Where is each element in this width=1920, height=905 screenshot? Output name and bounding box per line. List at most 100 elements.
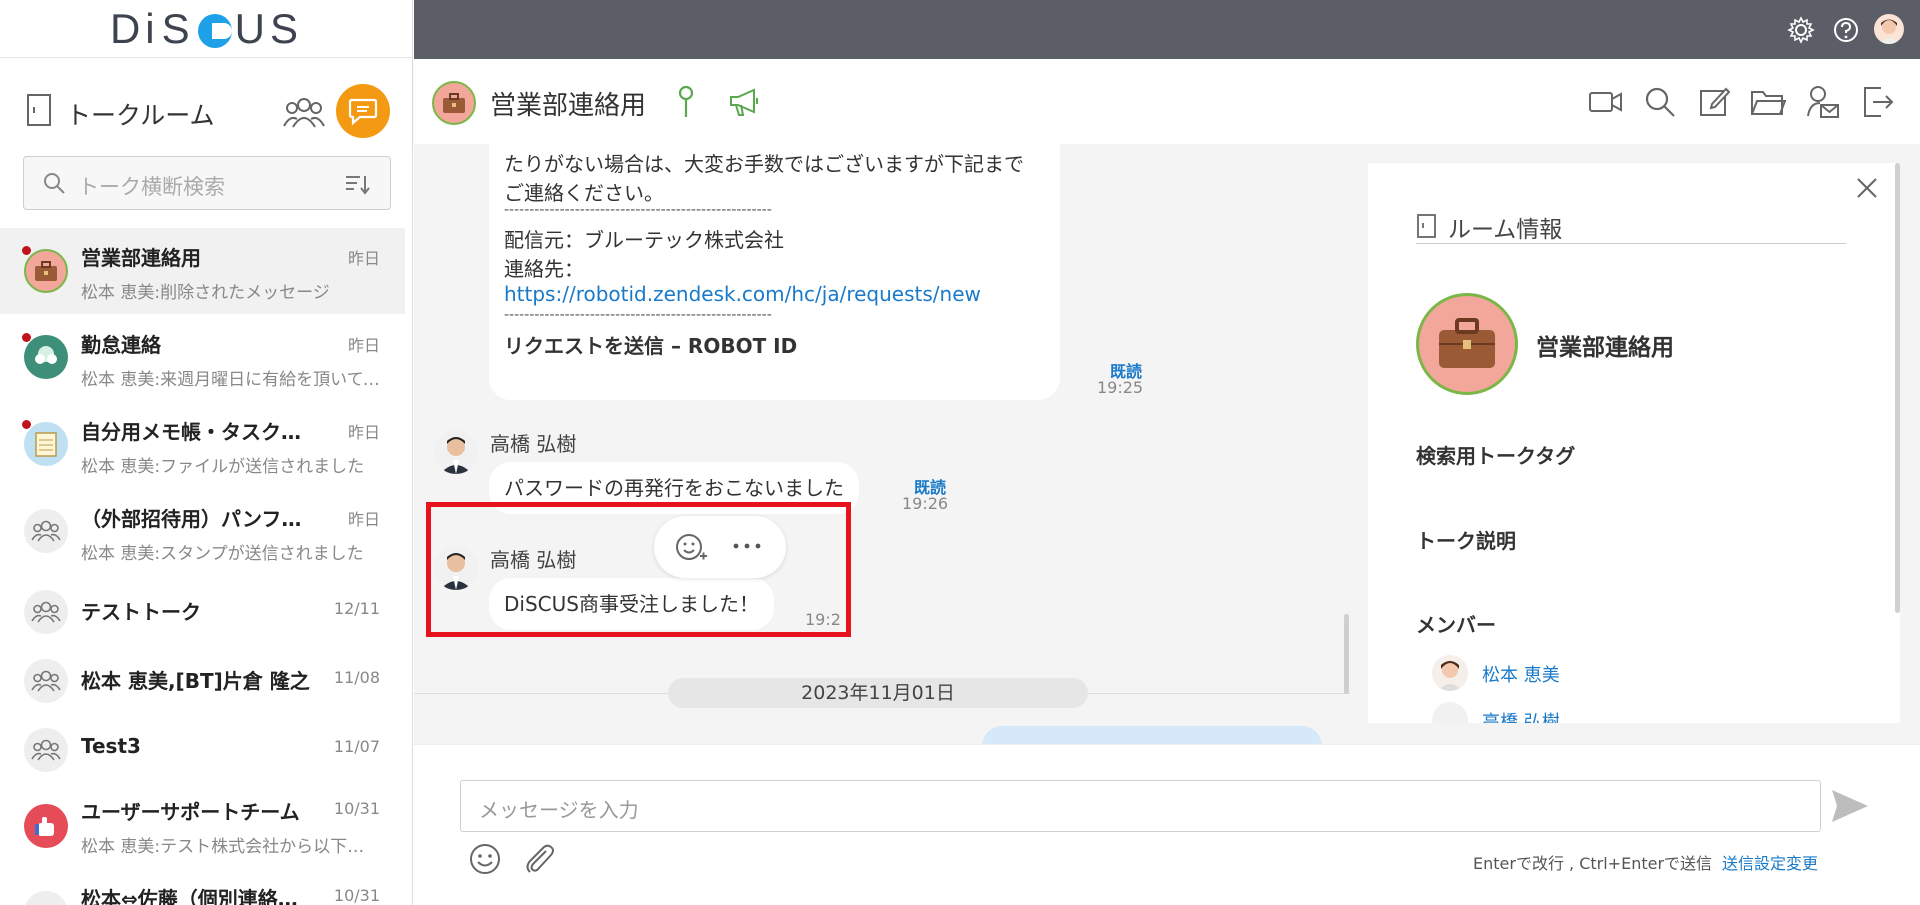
top-bar <box>414 0 1920 59</box>
discus-logo[interactable]: Di S US <box>0 0 412 58</box>
date-divider-text: 2023年11月01日 <box>801 682 955 704</box>
logo-c-mark <box>197 13 232 48</box>
info-title: ルーム情報 <box>1448 217 1563 243</box>
room-item[interactable]: テストトーク 12/11 <box>0 576 405 646</box>
talkroom-title: トークルーム <box>66 101 215 130</box>
room-item[interactable]: 営業部連絡用 昨日 松本 恵美:削除されたメッセージ <box>0 228 405 314</box>
message-time: 19:26 <box>902 494 949 513</box>
tag-section-label: 検索用トークタグ <box>1416 444 1576 468</box>
attachment-paperclip-icon[interactable] <box>522 842 556 876</box>
room-name: 自分用メモ帳・タスク管理 <box>81 420 311 444</box>
message-time: 19:25 <box>1097 378 1144 397</box>
logo-text-left: Di <box>109 4 160 52</box>
invite-member-icon[interactable] <box>1806 84 1840 120</box>
room-date: 12/11 <box>333 599 380 618</box>
room-name: （外部招待用）パンフレット <box>81 507 311 531</box>
close-icon[interactable] <box>1856 177 1878 199</box>
message-input[interactable]: メッセージを入力 <box>460 780 1821 832</box>
chat-scrollbar[interactable] <box>1344 614 1349 694</box>
logo-text-right: US <box>234 4 304 52</box>
help-icon[interactable] <box>1832 16 1860 44</box>
room-name: 勤怠連絡 <box>81 333 161 357</box>
sender-avatar[interactable] <box>434 430 478 474</box>
member-item[interactable]: 高橋 弘樹 <box>1432 700 1732 723</box>
people-icon <box>24 509 68 553</box>
room-preview: 松本 恵美:来週月曜日に有給を頂いても宜しいでしょうか <box>81 370 381 390</box>
room-item[interactable]: Test3 11/07 <box>0 714 405 784</box>
settings-gear-icon[interactable] <box>1787 16 1815 44</box>
room-large-avatar <box>1416 293 1518 395</box>
user-avatar[interactable] <box>1874 14 1904 44</box>
door-icon <box>24 92 56 128</box>
search-placeholder: トーク横断検索 <box>78 175 225 199</box>
room-date: 昨日 <box>347 336 380 355</box>
own-message-bubble[interactable] <box>982 726 1322 744</box>
member-name: 松本 恵美 <box>1482 665 1560 686</box>
talk-search-input[interactable]: トーク横断検索 <box>23 156 391 210</box>
message-bubble[interactable]: たりがない場合は、大変お手数ではございますが下記まで ご連絡ください。 ----… <box>489 144 1060 400</box>
people-icon <box>24 659 68 703</box>
room-item[interactable]: 松本⇔佐藤（個別連絡用） 10/31 <box>0 869 405 905</box>
room-name: Test3 <box>81 734 141 758</box>
message-separator: ----------------------------------------… <box>504 202 772 218</box>
room-item[interactable]: 自分用メモ帳・タスク管理 昨日 松本 恵美:ファイルが送信されました <box>0 402 405 488</box>
member-item[interactable]: 松本 恵美 <box>1432 653 1732 693</box>
message-text: パスワードの再発行をおこないました <box>504 476 844 500</box>
room-date: 10/31 <box>333 886 380 905</box>
room-name: ユーザーサポートチーム <box>81 800 300 824</box>
left-panel: Di S US トークルーム トーク横断検索 営業部連絡用 昨日 松本 恵美:削… <box>0 0 413 905</box>
room-avatar <box>432 81 476 125</box>
member-avatar <box>1432 702 1468 723</box>
logo-s: S <box>161 4 195 52</box>
send-hint: Enterで改行 , Ctrl+Enterで送信 <box>1473 854 1713 873</box>
link-preview-title[interactable]: リクエストを送信 – ROBOT ID <box>504 330 797 359</box>
member-avatar <box>1432 655 1468 691</box>
room-date: 11/07 <box>333 737 380 756</box>
edit-note-icon[interactable] <box>1698 86 1730 118</box>
people-icon <box>24 891 68 905</box>
folder-icon[interactable] <box>1750 87 1786 117</box>
room-date: 昨日 <box>347 249 380 268</box>
room-preview: 松本 恵美:ファイルが送信されました <box>81 457 365 477</box>
room-preview: 松本 恵美:テスト株式会社から以下の問い合わせがありました <box>81 837 381 857</box>
new-talk-button[interactable] <box>336 84 390 138</box>
message-link[interactable]: https://robotid.zendesk.com/hc/ja/reques… <box>504 282 981 306</box>
briefcase-icon <box>443 93 465 113</box>
pin-icon[interactable] <box>676 85 696 119</box>
sort-icon[interactable] <box>344 173 370 195</box>
info-scrollbar[interactable] <box>1895 163 1900 613</box>
door-icon <box>1416 213 1438 239</box>
room-item[interactable]: （外部招待用）パンフレット 昨日 松本 恵美:スタンプが送信されました <box>0 489 405 575</box>
room-item[interactable]: 勤怠連絡 昨日 松本 恵美:来週月曜日に有給を頂いても宜しいでしょうか <box>0 315 405 401</box>
room-date: 11/08 <box>333 668 380 687</box>
room-name: 営業部連絡用 <box>81 246 201 270</box>
message-text-line: たりがない場合は、大変お手数ではございますが下記まで <box>504 152 1024 176</box>
sender-name: 高橋 弘樹 <box>490 432 577 456</box>
send-icon[interactable] <box>1830 788 1870 824</box>
search-icon <box>42 171 66 195</box>
chat-bubble-icon <box>348 98 378 125</box>
room-item[interactable]: ユーザーサポートチーム 10/31 松本 恵美:テスト株式会社から以下の問い合わ… <box>0 782 405 868</box>
briefcase-icon <box>24 249 68 293</box>
room-name: 松本 恵美,[BT]片倉 隆之 <box>81 669 310 693</box>
unread-dot <box>22 333 31 342</box>
message-text-line: 配信元：ブルーテック株式会社 <box>504 228 784 252</box>
message-separator: ----------------------------------------… <box>504 307 772 323</box>
members-section-label: メンバー <box>1416 613 1496 637</box>
room-item[interactable]: 松本 恵美,[BT]片倉 隆之 11/08 <box>0 645 405 715</box>
members-group-icon[interactable] <box>282 92 326 132</box>
send-settings-link[interactable]: 送信設定変更 <box>1722 850 1818 874</box>
unread-dot <box>22 246 31 255</box>
room-date: 10/31 <box>333 799 380 818</box>
video-call-icon[interactable] <box>1588 89 1624 115</box>
member-name: 高橋 弘樹 <box>1482 712 1560 723</box>
notepad-icon <box>24 422 68 466</box>
message-list[interactable]: たりがない場合は、大変お手数ではございますが下記まで ご連絡ください。 ----… <box>414 144 1350 744</box>
leave-room-icon[interactable] <box>1861 85 1895 119</box>
thumbs-up-icon <box>24 804 68 848</box>
chat-header: 営業部連絡用 <box>414 59 1920 144</box>
search-icon[interactable] <box>1644 86 1676 118</box>
people-icon <box>24 728 68 772</box>
announcement-megaphone-icon[interactable] <box>728 87 760 117</box>
emoji-icon[interactable] <box>468 842 502 876</box>
